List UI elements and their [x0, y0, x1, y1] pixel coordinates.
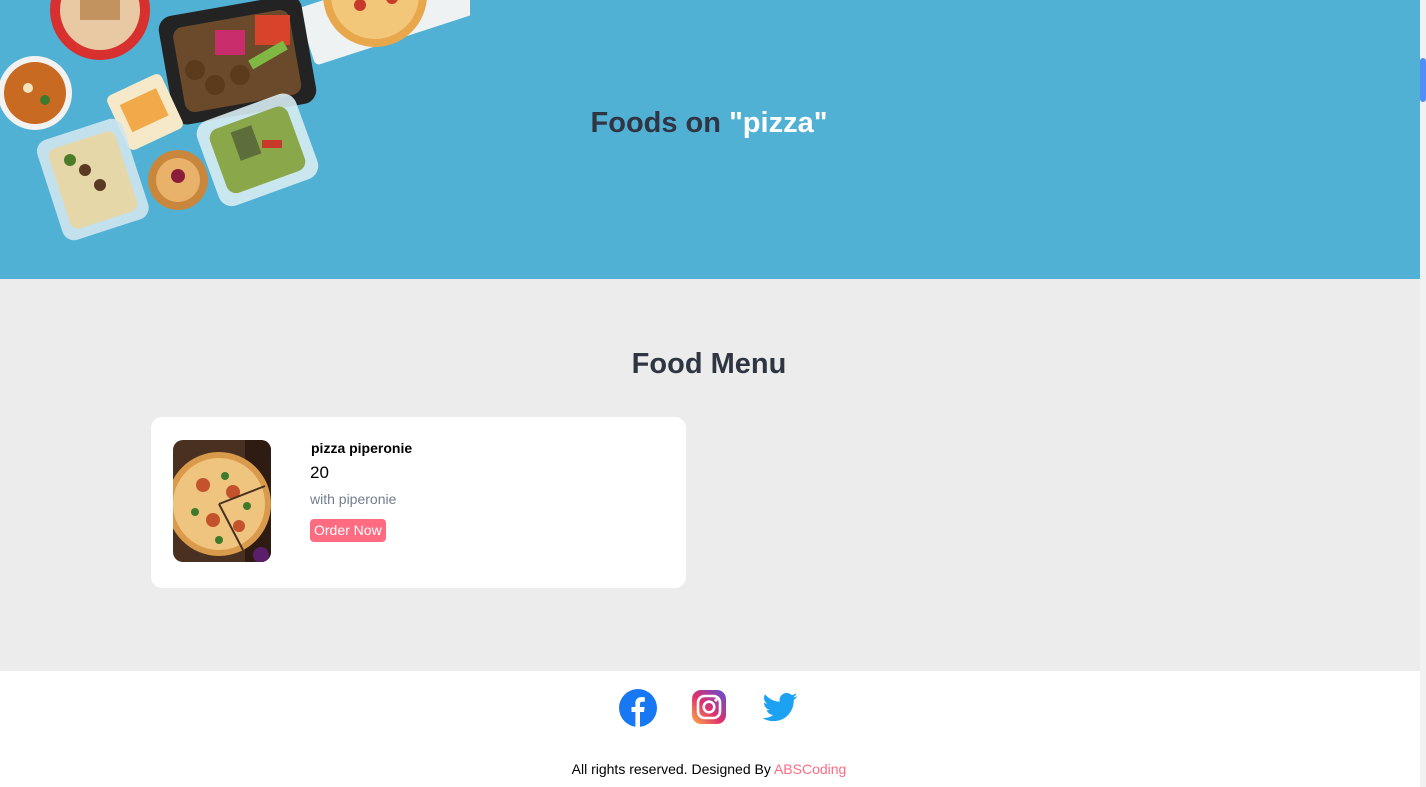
order-now-button[interactable]: Order Now: [310, 519, 386, 542]
scrollbar-thumb[interactable]: [1420, 58, 1426, 102]
food-image: [173, 440, 271, 562]
search-query: "pizza": [729, 107, 828, 139]
hero-section: Foods on "pizza": [0, 0, 1420, 279]
footer: All rights reserved. Designed By ABSCodi…: [0, 671, 1420, 787]
food-description: with piperonie: [310, 491, 397, 507]
food-price: 20: [310, 463, 329, 482]
search-results-title: Foods on "pizza": [0, 107, 1418, 140]
designer-link[interactable]: ABSCoding: [774, 761, 846, 777]
food-menu-section: Food Menu pizza piperonie 20 with pipero…: [0, 279, 1420, 671]
menu-title: Food Menu: [631, 348, 787, 380]
title-prefix: Foods on: [590, 107, 721, 139]
copyright-label: All rights reserved. Designed By: [571, 761, 771, 777]
food-card: pizza piperonie 20 with piperonie Order …: [151, 417, 686, 588]
vertical-scrollbar[interactable]: [1420, 0, 1426, 787]
food-name: pizza piperonie: [311, 440, 413, 456]
instagram-icon[interactable]: [691, 689, 727, 730]
facebook-icon[interactable]: [619, 689, 657, 732]
twitter-icon[interactable]: [761, 689, 799, 732]
copyright-text: All rights reserved. Designed By ABSCodi…: [0, 761, 1418, 777]
